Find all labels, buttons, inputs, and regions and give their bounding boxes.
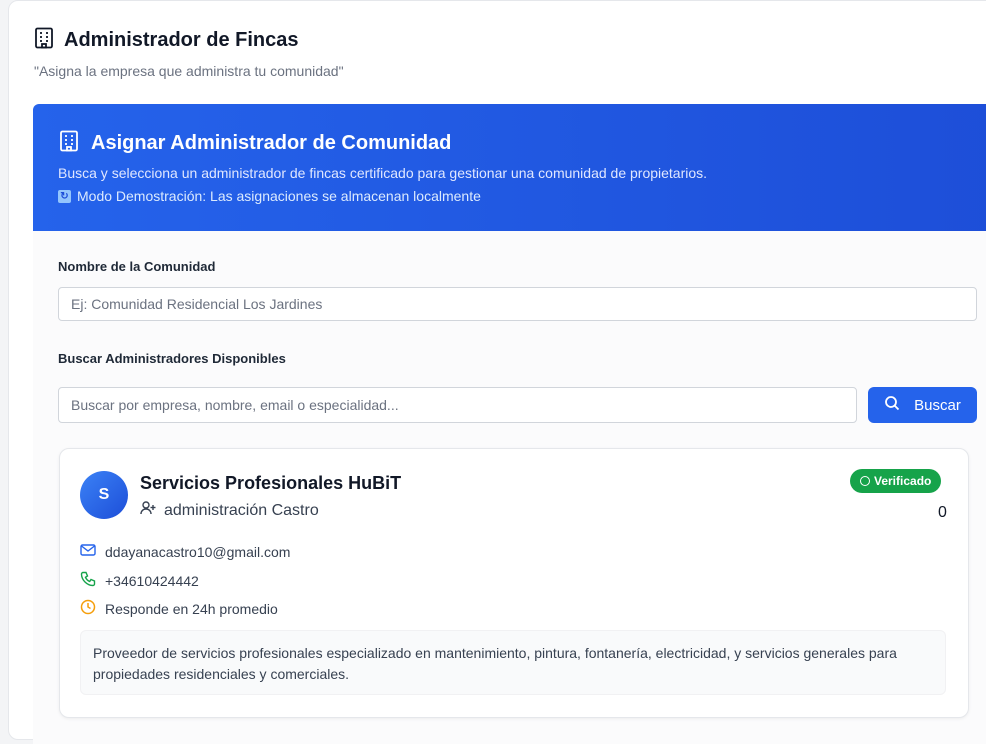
building-icon xyxy=(59,130,79,157)
banner-description: Busca y selecciona un administrador de f… xyxy=(58,165,708,181)
phone-icon xyxy=(80,571,96,590)
assign-panel: Asignar Administrador de Comunidad Busca… xyxy=(33,104,986,744)
building-icon xyxy=(34,27,54,54)
response-time-text: Responde en 24h promedio xyxy=(105,600,278,617)
banner: Asignar Administrador de Comunidad Busca… xyxy=(33,104,986,231)
page-title-row: Administrador de Fincas xyxy=(34,27,299,54)
verified-badge-label: Verificado xyxy=(874,474,932,488)
contact-phone: +34610424442 xyxy=(80,571,199,590)
user-plus-icon xyxy=(140,500,156,521)
search-button[interactable]: Buscar xyxy=(868,387,977,423)
avatar: S xyxy=(80,471,128,519)
demo-notice-text: Modo Demostración: Las asignaciones se a… xyxy=(77,188,481,204)
search-icon xyxy=(884,395,900,415)
mail-icon xyxy=(80,543,96,560)
search-label: Buscar Administradores Disponibles xyxy=(58,351,286,366)
check-circle-icon xyxy=(860,476,870,486)
main-container: Administrador de Fincas "Asigna la empre… xyxy=(8,0,986,744)
page-title: Administrador de Fincas xyxy=(64,29,299,51)
demo-notice: ↻ Modo Demostración: Las asignaciones se… xyxy=(58,188,481,204)
search-input[interactable] xyxy=(58,387,857,423)
administrator-row: administración Castro xyxy=(140,500,319,521)
assignment-count: 0 xyxy=(938,504,947,521)
email-text: ddayanacastro10@gmail.com xyxy=(105,543,291,560)
community-name-input[interactable] xyxy=(58,287,977,321)
community-name-label: Nombre de la Comunidad xyxy=(58,259,216,274)
contact-response-time: Responde en 24h promedio xyxy=(80,599,278,618)
company-description: Proveedor de servicios profesionales esp… xyxy=(80,630,946,695)
page-header: Administrador de Fincas xyxy=(34,27,299,54)
contact-email: ddayanacastro10@gmail.com xyxy=(80,543,290,560)
verified-badge: Verificado xyxy=(850,469,942,493)
administrator-card[interactable]: S Servicios Profesionales HuBiT administ… xyxy=(59,448,969,718)
page-subtitle: "Asigna la empresa que administra tu com… xyxy=(34,63,344,79)
banner-title: Asignar Administrador de Comunidad xyxy=(91,132,452,154)
company-name: Servicios Profesionales HuBiT xyxy=(140,473,402,493)
refresh-icon: ↻ xyxy=(58,189,71,203)
search-button-label: Buscar xyxy=(914,396,961,414)
clock-icon xyxy=(80,599,96,618)
banner-title-row: Asignar Administrador de Comunidad xyxy=(59,130,451,157)
administrator-name: administración Castro xyxy=(164,501,319,519)
phone-text: +34610424442 xyxy=(105,572,199,589)
